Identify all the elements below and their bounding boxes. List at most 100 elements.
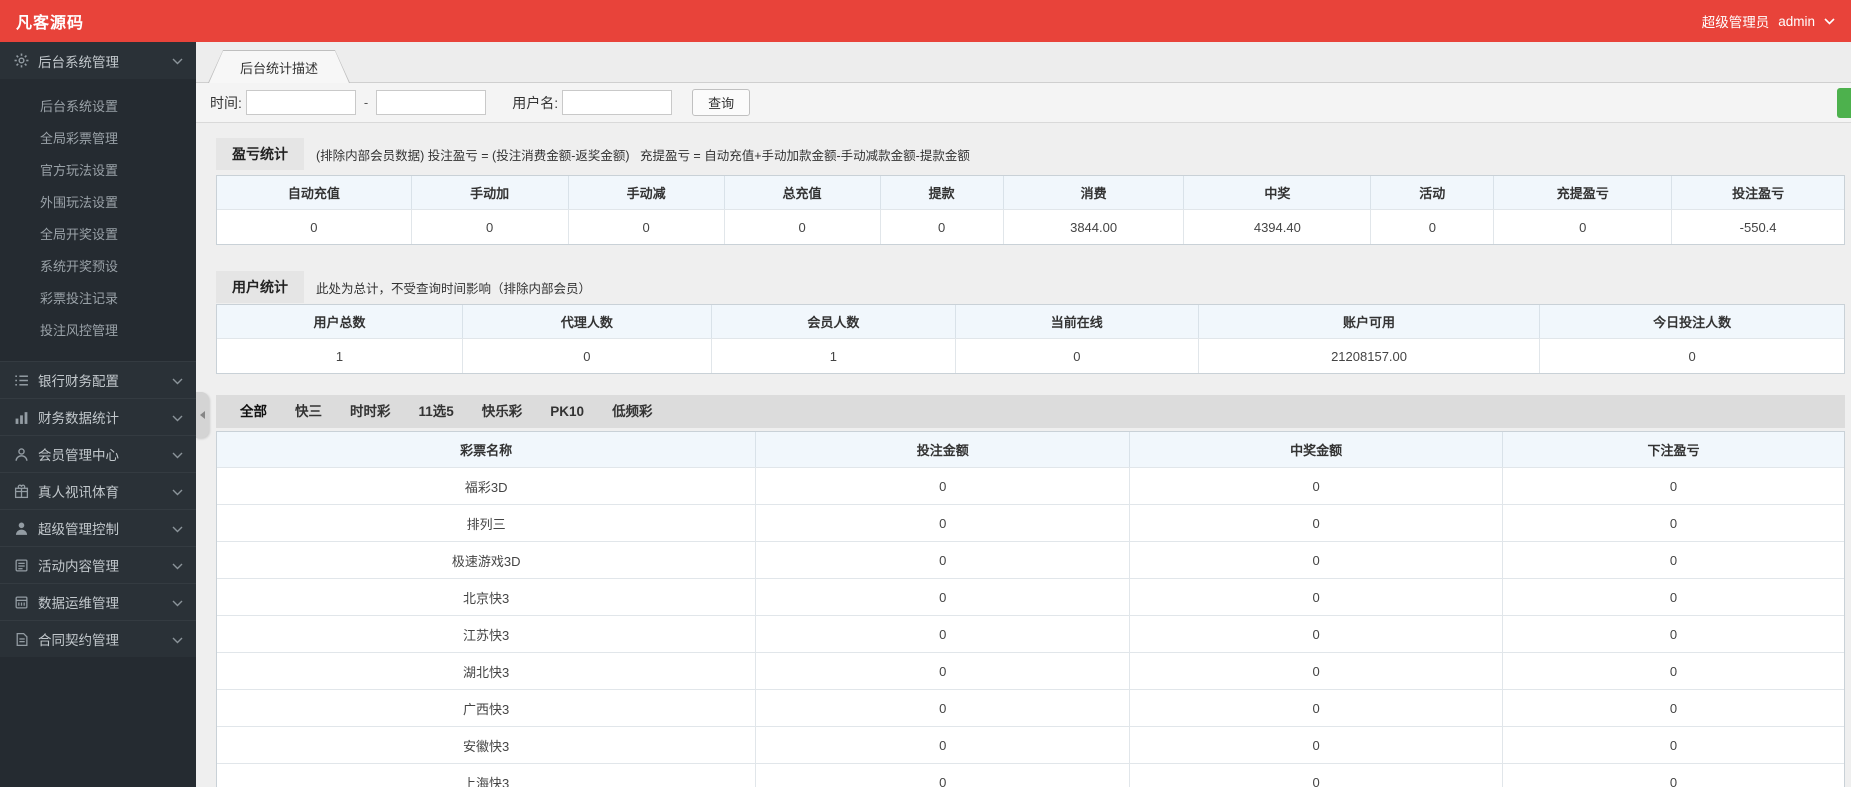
time-from-input[interactable]: [245, 90, 356, 115]
sidebar-group-system[interactable]: 后台系统管理: [0, 42, 196, 79]
win-amount-cell: 0: [1129, 505, 1502, 541]
sidebar-subitem[interactable]: 全局开奖设置: [0, 219, 196, 251]
table-row: 江苏快3 0 0 0: [217, 615, 1844, 652]
table-row: 福彩3D 0 0 0: [217, 467, 1844, 504]
brand-logo: 凡客源码: [16, 15, 85, 32]
lottery-name-cell: 湖北快3: [463, 664, 510, 680]
bet-amount-cell: 0: [755, 690, 1129, 726]
user-section-title: 用户统计: [216, 271, 304, 303]
user-menu[interactable]: 超级管理员 admin: [1702, 11, 1835, 31]
gear-icon: [14, 53, 29, 68]
lottery-tab-dipincai[interactable]: 低频彩: [598, 395, 667, 428]
sidebar-group-finance-config[interactable]: 银行财务配置: [0, 361, 196, 398]
header-cell: 充提盈亏: [1493, 176, 1671, 209]
lottery-table-body: 福彩3D 0 0 0 排列三 0 0 0 极速游戏3D 0 0 0 北京快3 0…: [217, 467, 1844, 787]
header-cell: 手动加: [410, 176, 568, 209]
username-input[interactable]: [562, 90, 673, 115]
header-cell: 用户总数: [313, 315, 366, 330]
header-cell: 中奖: [1183, 176, 1370, 209]
main-area: 后台统计描述 时间: - 用户名: 查询 盈亏统计 (排除内部会员数据) 投注盈…: [196, 42, 1851, 787]
lottery-tab-kuailecai[interactable]: 快乐彩: [468, 395, 537, 428]
bet-amount-cell: 0: [755, 764, 1129, 787]
chevron-down-icon: [1824, 17, 1835, 25]
value-cell: 0: [1493, 210, 1671, 244]
member-icon: [14, 447, 29, 462]
lottery-name-cell: 极速游戏3D: [451, 553, 521, 569]
header-cell: 中奖金额: [1129, 432, 1502, 467]
header-cell: 当前在线: [954, 305, 1198, 338]
value-cell: 0: [310, 219, 318, 235]
lottery-name-cell: 北京快3: [463, 590, 510, 606]
chevron-down-icon: [172, 373, 183, 388]
profit-table-value-row: 0 0 0 0 0 3844.00 4394.40 0 0 -550.4: [217, 209, 1844, 244]
profit-cell: 0: [1502, 727, 1844, 763]
chevron-down-icon: [172, 521, 183, 536]
time-to-input[interactable]: [376, 90, 487, 115]
sidebar-subitem[interactable]: 后台系统设置: [0, 91, 196, 123]
sidebar-group-label: 活动内容管理: [38, 559, 119, 574]
sidebar-group-members[interactable]: 会员管理中心: [0, 435, 196, 472]
contract-icon: [14, 632, 29, 647]
bet-amount-cell: 0: [755, 579, 1129, 615]
lottery-name-cell: 江苏快3: [463, 627, 510, 643]
win-amount-cell: 0: [1129, 468, 1502, 504]
tab-backend-stats[interactable]: 后台统计描述: [208, 50, 350, 83]
profit-cell: 0: [1502, 764, 1844, 787]
sidebar-group-label: 会员管理中心: [38, 448, 119, 463]
profit-cell: 0: [1502, 616, 1844, 652]
sidebar-subitem[interactable]: 系统开奖预设: [0, 251, 196, 283]
page-tabstrip: 后台统计描述: [196, 42, 1851, 83]
user-section-head: 用户统计 此处为总计，不受查询时间影响（排除内部会员）: [216, 271, 1845, 303]
table-row: 排列三 0 0 0: [217, 504, 1844, 541]
search-button[interactable]: 查询: [692, 89, 751, 116]
sidebar-group-label: 数据运维管理: [38, 596, 119, 611]
sidebar-subitem[interactable]: 彩票投注记录: [0, 283, 196, 315]
lottery-tab-all[interactable]: 全部: [226, 395, 281, 428]
sidebar-group-label: 真人视讯体育: [38, 485, 119, 500]
sidebar-group-activity[interactable]: 活动内容管理: [0, 546, 196, 583]
chevron-down-icon: [172, 558, 183, 573]
lottery-name-cell: 上海快3: [463, 775, 510, 787]
sidebar-group-super-admin[interactable]: 超级管理控制: [0, 509, 196, 546]
lottery-table: 彩票名称 投注金额 中奖金额 下注盈亏 福彩3D 0 0 0 排列三 0 0 0…: [216, 431, 1845, 787]
chevron-down-icon: [172, 410, 183, 425]
value-cell: 4394.40: [1183, 210, 1370, 244]
sidebar-group-label: 财务数据统计: [38, 411, 119, 426]
app-root: 凡客源码 超级管理员 admin 后台系统管理 后台系统设置 全局彩票管理 官方玩法…: [0, 0, 1851, 787]
time-label: 时间:: [210, 94, 242, 111]
value-cell: 1: [335, 348, 344, 364]
admin-user-icon: [14, 521, 29, 536]
chevron-down-icon: [172, 484, 183, 499]
header-cell: 总充值: [723, 176, 880, 209]
user-section-description: 此处为总计，不受查询时间影响（排除内部会员）: [316, 281, 592, 296]
lottery-tab-kuaisan[interactable]: 快三: [281, 395, 336, 428]
lottery-tab-11xuan5[interactable]: 11选5: [405, 395, 468, 428]
profit-cell: 0: [1502, 653, 1844, 689]
sidebar-group-data-ops[interactable]: 数据运维管理: [0, 583, 196, 620]
value-cell: 0: [567, 210, 724, 244]
sidebar-collapse-handle[interactable]: [196, 392, 209, 438]
bet-amount-cell: 0: [755, 727, 1129, 763]
filter-bar: 时间: - 用户名: 查询: [196, 83, 1851, 123]
lottery-tab-pk10[interactable]: PK10: [536, 395, 598, 428]
table-row: 上海快3 0 0 0: [217, 763, 1844, 787]
profit-cell: 0: [1502, 690, 1844, 726]
lottery-tab-shishicai[interactable]: 时时彩: [336, 395, 405, 428]
header-cell: 下注盈亏: [1502, 432, 1844, 467]
header-cell: 会员人数: [710, 305, 955, 338]
user-role: 超级管理员: [1701, 15, 1770, 30]
sidebar-group-live-sports[interactable]: 真人视讯体育: [0, 472, 196, 509]
value-cell: 0: [723, 210, 880, 244]
sidebar-subitem[interactable]: 全局彩票管理: [0, 123, 196, 155]
lottery-table-header-row: 彩票名称 投注金额 中奖金额 下注盈亏: [217, 432, 1844, 467]
bet-amount-cell: 0: [755, 616, 1129, 652]
value-cell: 0: [410, 210, 568, 244]
sidebar-group-contract[interactable]: 合同契约管理: [0, 620, 196, 657]
sidebar-subitem[interactable]: 投注风控管理: [0, 315, 196, 347]
green-edge-button[interactable]: [1837, 88, 1851, 118]
sidebar-subitem[interactable]: 外围玩法设置: [0, 187, 196, 219]
sidebar-subitem[interactable]: 官方玩法设置: [0, 155, 196, 187]
user-table-value-row: 1 0 1 0 21208157.00 0: [217, 338, 1844, 373]
table-row: 极速游戏3D 0 0 0: [217, 541, 1844, 578]
sidebar-group-finance-stats[interactable]: 财务数据统计: [0, 398, 196, 435]
